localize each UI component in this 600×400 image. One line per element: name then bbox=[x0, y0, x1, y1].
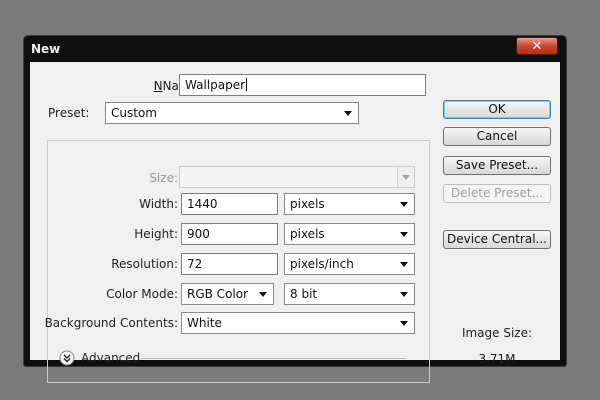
chevron-down-icon bbox=[400, 232, 408, 237]
height-input[interactable]: 900 bbox=[181, 223, 278, 245]
chevron-down-icon bbox=[400, 292, 408, 297]
advanced-label[interactable]: Advanced bbox=[81, 351, 140, 365]
image-size-value: 3.71M bbox=[478, 352, 516, 366]
text-caret bbox=[246, 78, 248, 91]
title-bar[interactable]: New ✕ bbox=[24, 36, 566, 62]
width-unit-value: pixels bbox=[290, 197, 325, 211]
cancel-button[interactable]: Cancel bbox=[443, 127, 551, 146]
width-label: Width: bbox=[139, 197, 178, 211]
preset-value: Custom bbox=[111, 106, 157, 120]
width-input[interactable]: 1440 bbox=[181, 193, 278, 215]
save-preset-button[interactable]: Save Preset... bbox=[443, 156, 551, 175]
preset-label-text: Preset: bbox=[48, 106, 90, 120]
name-input[interactable]: Wallpaper bbox=[179, 74, 426, 96]
size-label: Size: bbox=[149, 171, 178, 185]
advanced-divider bbox=[141, 358, 406, 359]
chevron-down-icon bbox=[400, 262, 408, 267]
chevron-down-icon bbox=[402, 175, 410, 180]
size-dropdown bbox=[179, 166, 415, 188]
color-mode-label: Color Mode: bbox=[106, 287, 178, 301]
width-unit-dropdown[interactable]: pixels bbox=[284, 193, 415, 215]
chevron-down-icon bbox=[344, 111, 352, 116]
color-mode-dropdown[interactable]: RGB Color bbox=[181, 283, 274, 305]
resolution-unit-value: pixels/inch bbox=[290, 257, 354, 271]
dialog-title: New bbox=[31, 42, 61, 56]
height-unit-dropdown[interactable]: pixels bbox=[284, 223, 415, 245]
chevron-down-icon bbox=[259, 292, 267, 297]
dialog-body: NName: Wallpaper Preset: Custom Size: Wi… bbox=[30, 62, 560, 383]
resolution-input[interactable]: 72 bbox=[181, 253, 278, 275]
name-input-value: Wallpaper bbox=[185, 78, 246, 92]
bit-depth-dropdown[interactable]: 8 bit bbox=[284, 283, 415, 305]
chevron-down-icon bbox=[400, 202, 408, 207]
background-contents-label: Background Contents: bbox=[44, 316, 178, 330]
preset-label: Preset: bbox=[44, 106, 108, 120]
chevron-down-icon bbox=[400, 321, 408, 326]
advanced-toggle-button[interactable] bbox=[59, 350, 75, 366]
chevron-double-down-icon bbox=[59, 350, 75, 366]
resolution-unit-dropdown[interactable]: pixels/inch bbox=[284, 253, 415, 275]
bit-depth-value: 8 bit bbox=[290, 287, 318, 301]
resolution-label: Resolution: bbox=[111, 257, 178, 271]
height-unit-value: pixels bbox=[290, 227, 325, 241]
preset-dropdown[interactable]: Custom bbox=[105, 102, 359, 124]
new-document-dialog: New ✕ NName: Wallpaper Preset: Custom Si… bbox=[24, 36, 566, 383]
device-central-button[interactable]: Device Central... bbox=[443, 230, 551, 249]
height-label: Height: bbox=[134, 227, 178, 241]
background-contents-dropdown[interactable]: White bbox=[181, 312, 415, 334]
color-mode-value: RGB Color bbox=[187, 287, 249, 301]
ok-button[interactable]: OK bbox=[443, 100, 551, 119]
delete-preset-button: Delete Preset... bbox=[443, 184, 551, 203]
image-size-label: Image Size: bbox=[461, 326, 533, 340]
background-contents-value: White bbox=[187, 316, 222, 330]
close-button[interactable]: ✕ bbox=[516, 37, 558, 55]
